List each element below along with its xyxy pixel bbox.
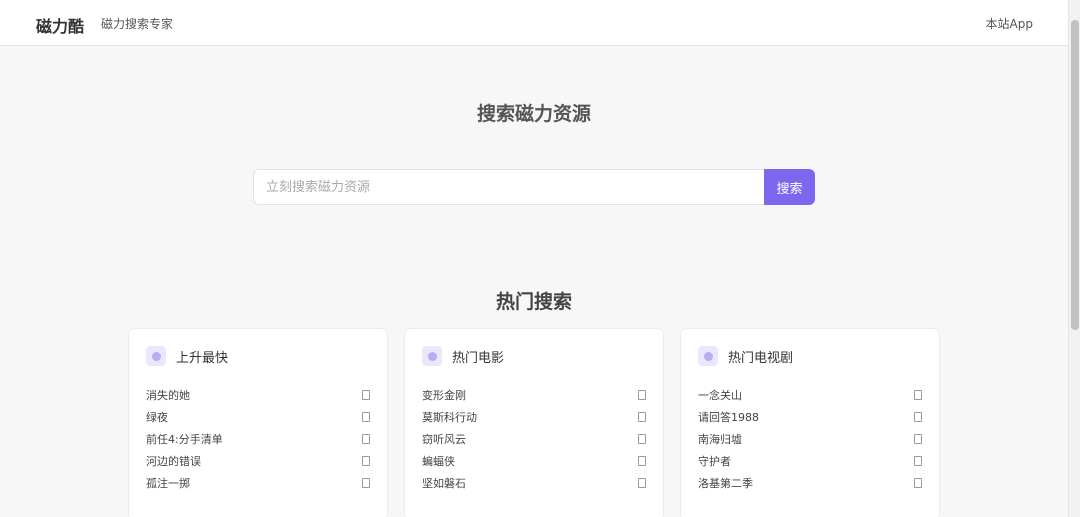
list-item[interactable]: 洛基第二季 <box>698 472 922 494</box>
bookmark-icon[interactable] <box>638 412 646 422</box>
list-item[interactable]: 孤注一掷 <box>146 472 370 494</box>
list-item[interactable]: 变形金刚 <box>422 384 646 406</box>
list-item-label[interactable]: 蝙蝠侠 <box>422 453 455 469</box>
card-header: 热门电影 <box>422 346 504 366</box>
search-button[interactable]: 搜索 <box>764 169 815 205</box>
list-item[interactable]: 坚如磐石 <box>422 472 646 494</box>
list-item[interactable]: 绿夜 <box>146 406 370 428</box>
list-item-label[interactable]: 洛基第二季 <box>698 475 753 491</box>
card-rising-fastest: 上升最快 消失的她 绿夜 前任4:分手清单 河边的错误 孤注一掷 <box>129 329 387 517</box>
bookmark-icon[interactable] <box>638 434 646 444</box>
card-title: 热门电视剧 <box>728 350 794 366</box>
card-hot-movies: 热门电影 变形金刚 莫斯科行动 窃听风云 蝙蝠侠 坚如磐石 <box>405 329 663 517</box>
bookmark-icon[interactable] <box>914 478 922 488</box>
list-item-label[interactable]: 守护者 <box>698 453 731 469</box>
bookmark-icon[interactable] <box>638 456 646 466</box>
bookmark-icon[interactable] <box>362 456 370 466</box>
list-item-label[interactable]: 绿夜 <box>146 409 168 425</box>
bookmark-icon[interactable] <box>914 412 922 422</box>
list-item-label[interactable]: 请回答1988 <box>698 409 759 425</box>
hot-list: 消失的她 绿夜 前任4:分手清单 河边的错误 孤注一掷 <box>146 384 370 494</box>
search-input[interactable] <box>253 169 764 205</box>
hot-search-title: 热门搜索 <box>495 291 572 313</box>
list-item[interactable]: 河边的错误 <box>146 450 370 472</box>
list-item-label[interactable]: 莫斯科行动 <box>422 409 477 425</box>
bookmark-icon[interactable] <box>914 434 922 444</box>
page-scrollbar[interactable] <box>1068 0 1080 517</box>
top-navbar: 磁力酷 磁力搜索专家 本站App <box>0 0 1068 46</box>
list-item[interactable]: 前任4:分手清单 <box>146 428 370 450</box>
list-item[interactable]: 窃听风云 <box>422 428 646 450</box>
bookmark-icon[interactable] <box>362 412 370 422</box>
card-hot-tv-series: 热门电视剧 一念关山 请回答1988 南海归墟 守护者 洛基第二季 <box>681 329 939 517</box>
list-item-label[interactable]: 变形金刚 <box>422 387 466 403</box>
list-item-label[interactable]: 坚如磐石 <box>422 475 466 491</box>
list-item[interactable]: 消失的她 <box>146 384 370 406</box>
list-item-label[interactable]: 窃听风云 <box>422 431 466 447</box>
list-item[interactable]: 一念关山 <box>698 384 922 406</box>
site-logo[interactable]: 磁力酷 <box>36 13 84 37</box>
list-item[interactable]: 守护者 <box>698 450 922 472</box>
bookmark-icon[interactable] <box>914 390 922 400</box>
dot-icon <box>698 346 718 366</box>
list-item[interactable]: 南海归墟 <box>698 428 922 450</box>
card-title: 上升最快 <box>176 350 229 366</box>
bookmark-icon[interactable] <box>638 478 646 488</box>
list-item-label[interactable]: 河边的错误 <box>146 453 201 469</box>
site-tagline: 磁力搜索专家 <box>101 17 174 31</box>
list-item-label[interactable]: 消失的她 <box>146 387 190 403</box>
hero-title: 搜索磁力资源 <box>476 103 591 125</box>
list-item[interactable]: 莫斯科行动 <box>422 406 646 428</box>
hot-list: 一念关山 请回答1988 南海归墟 守护者 洛基第二季 <box>698 384 922 494</box>
list-item-label[interactable]: 前任4:分手清单 <box>146 431 223 447</box>
list-item-label[interactable]: 孤注一掷 <box>146 475 190 491</box>
list-item[interactable]: 请回答1988 <box>698 406 922 428</box>
dot-icon <box>146 346 166 366</box>
list-item[interactable]: 蝙蝠侠 <box>422 450 646 472</box>
bookmark-icon[interactable] <box>362 434 370 444</box>
hot-list: 变形金刚 莫斯科行动 窃听风云 蝙蝠侠 坚如磐石 <box>422 384 646 494</box>
bookmark-icon[interactable] <box>638 390 646 400</box>
card-header: 上升最快 <box>146 346 228 366</box>
dot-icon <box>422 346 442 366</box>
card-header: 热门电视剧 <box>698 346 793 366</box>
bookmark-icon[interactable] <box>362 478 370 488</box>
search-bar: 搜索 <box>253 169 815 205</box>
list-item-label[interactable]: 一念关山 <box>698 387 742 403</box>
bookmark-icon[interactable] <box>362 390 370 400</box>
list-item-label[interactable]: 南海归墟 <box>698 431 742 447</box>
bookmark-icon[interactable] <box>914 456 922 466</box>
app-download-link[interactable]: 本站App <box>986 15 1033 32</box>
scrollbar-thumb[interactable] <box>1071 20 1079 330</box>
card-title: 热门电影 <box>452 350 505 366</box>
